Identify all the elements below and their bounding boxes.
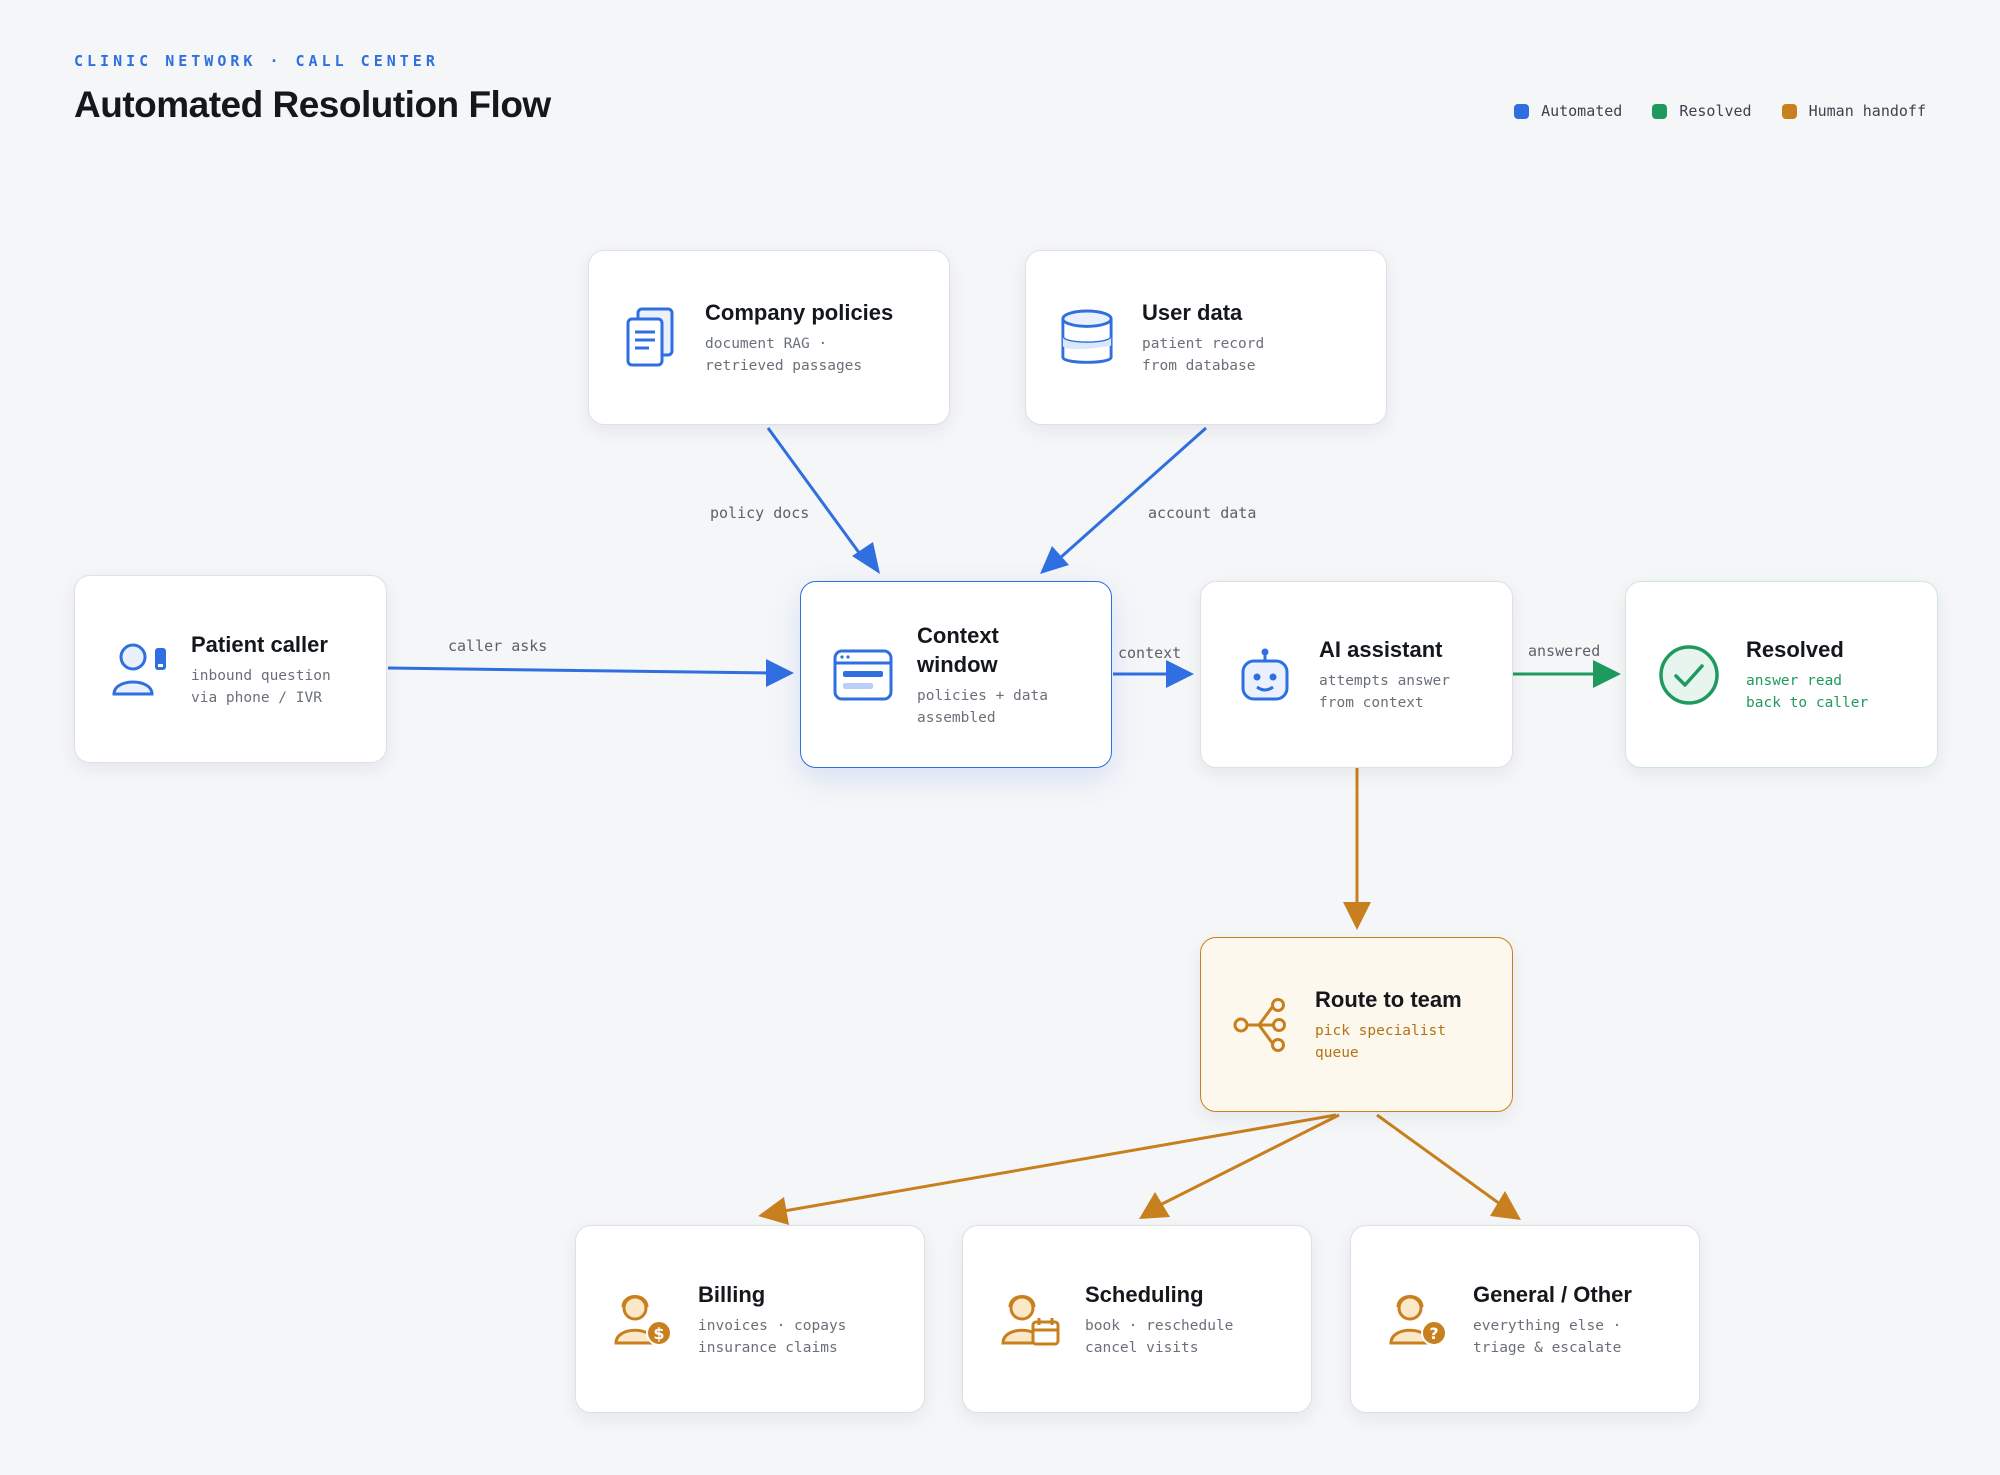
node-scheduling[interactable]: Scheduling book · reschedule cancel visi… — [962, 1225, 1312, 1413]
edge-label-caller-asks: caller asks — [448, 637, 547, 655]
node-title: Route to team — [1315, 987, 1462, 1012]
node-subtitle: policies + data assembled — [917, 687, 1048, 726]
node-subtitle: inbound question via phone / IVR — [191, 667, 331, 706]
edge-label-policy-docs: policy docs — [710, 504, 809, 522]
branch-icon — [1233, 997, 1291, 1053]
edge-label-answered: answered — [1528, 642, 1600, 660]
caller-icon — [111, 640, 169, 698]
svg-text:?: ? — [1429, 1324, 1438, 1343]
arrowhead-answered — [1593, 660, 1621, 688]
node-title: General / Other — [1473, 1281, 1632, 1307]
edge-caller-asks — [387, 666, 771, 675]
arrowhead-caller-asks — [766, 659, 794, 687]
node-title: Scheduling — [1085, 1281, 1204, 1307]
node-subtitle: document RAG · retrieved passages — [705, 336, 863, 374]
node-general-other[interactable]: ? General / Other everything else · tria… — [1350, 1225, 1700, 1413]
arrowhead-context — [1166, 660, 1194, 688]
arrowhead-route-general — [1490, 1191, 1521, 1220]
node-billing[interactable]: $ Billing invoices · copays insurance cl… — [575, 1225, 925, 1413]
node-subtitle: pick specialist queue — [1315, 1023, 1446, 1061]
edge-label-context: context — [1118, 644, 1181, 662]
node-context-window[interactable]: Context window policies + data assembled — [800, 581, 1112, 768]
agent-question-icon: ? — [1387, 1290, 1449, 1348]
node-subtitle: patient record from database — [1142, 336, 1265, 374]
edge-label-account-data: account data — [1148, 504, 1256, 522]
edge-account-data — [1059, 426, 1207, 560]
node-subtitle: everything else · triage & escalate — [1473, 1317, 1622, 1356]
node-title: AI assistant — [1319, 637, 1443, 662]
node-route-to-team[interactable]: Route to team pick specialist queue — [1200, 937, 1513, 1112]
node-subtitle: answer read back to caller — [1746, 673, 1869, 711]
svg-text:$: $ — [653, 1324, 664, 1343]
database-icon — [1060, 307, 1114, 369]
node-subtitle: attempts answer from context — [1319, 673, 1450, 711]
edge-policy-docs — [766, 427, 862, 555]
arrowhead-account-data — [1040, 546, 1069, 574]
node-company-policies[interactable]: Company policies document RAG · retrieve… — [588, 250, 950, 425]
node-title: Billing — [698, 1281, 766, 1307]
node-patient-caller[interactable]: Patient caller inbound question via phon… — [74, 575, 387, 763]
arrowhead-route-billing — [758, 1197, 789, 1225]
arrowhead-route-scheduling — [1139, 1192, 1170, 1219]
check-circle-icon — [1658, 644, 1720, 706]
agent-dollar-icon: $ — [612, 1290, 674, 1348]
node-subtitle: book · reschedule cancel visits — [1085, 1317, 1234, 1356]
node-title: Resolved — [1746, 637, 1844, 662]
window-icon — [833, 649, 893, 701]
node-title: Patient caller — [191, 631, 328, 657]
edge-route-general — [1376, 1113, 1501, 1206]
edge-route-billing — [783, 1113, 1337, 1213]
node-ai-assistant[interactable]: AI assistant attempts answer from contex… — [1200, 581, 1513, 768]
edge-route-scheduling — [1157, 1113, 1340, 1208]
agent-calendar-icon — [999, 1290, 1061, 1348]
node-title: Company policies — [705, 300, 894, 325]
robot-icon — [1239, 647, 1291, 703]
node-user-data[interactable]: User data patient record from database — [1025, 250, 1387, 425]
node-subtitle: invoices · copays insurance claims — [698, 1317, 847, 1356]
node-title: User data — [1142, 300, 1243, 325]
documents-icon — [623, 306, 677, 370]
arrowhead-handoff — [1343, 902, 1371, 930]
node-title: Context window — [917, 622, 999, 677]
node-resolved[interactable]: Resolved answer read back to caller — [1625, 581, 1938, 768]
